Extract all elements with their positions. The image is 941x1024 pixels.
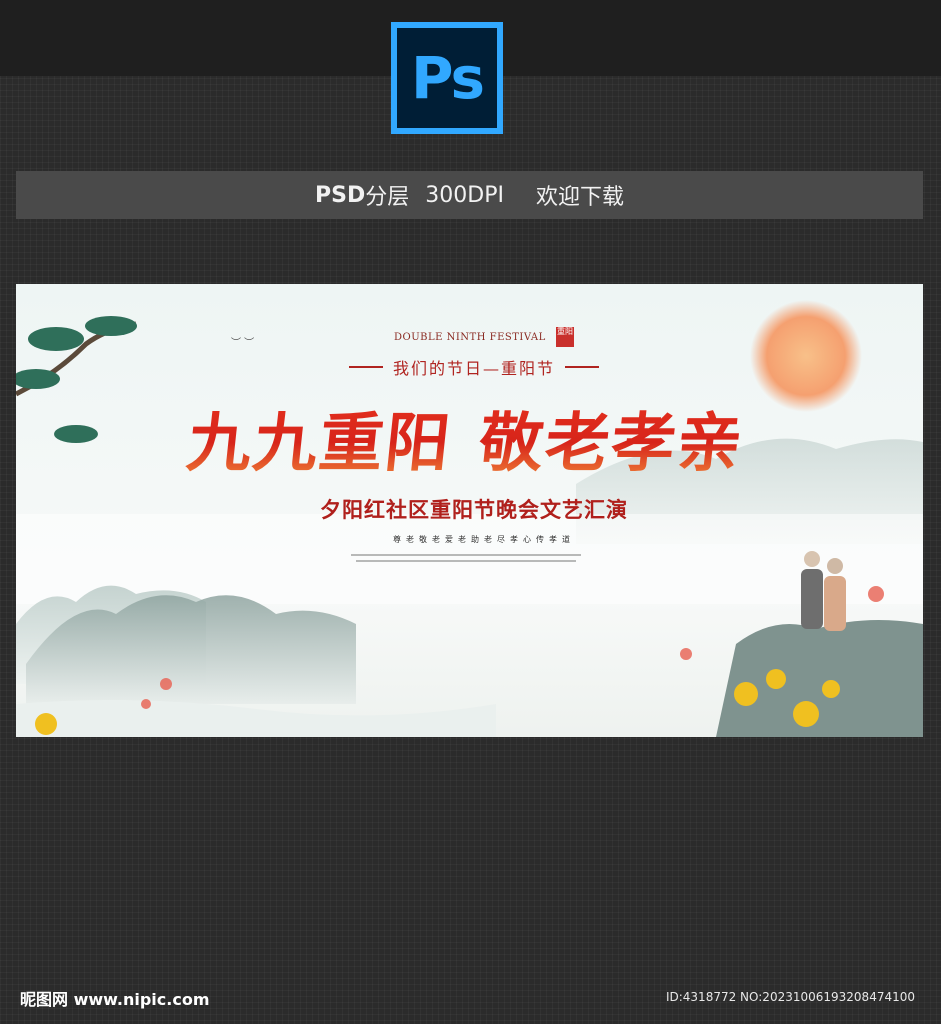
main-title-part2: 敬老孝亲 — [475, 406, 748, 481]
svg-text:︶ ︶: ︶ ︶ — [231, 337, 254, 349]
decorative-text-line — [356, 560, 576, 562]
divider-right — [565, 366, 599, 368]
info-download: 欢迎下载 — [535, 185, 624, 210]
info-psd: PSD — [315, 182, 366, 208]
event-title: 夕阳红社区重阳节晚会文艺汇演 — [320, 498, 628, 522]
image-id: ID:4318772 NO:20231006193208474100 — [665, 990, 915, 1004]
info-layers: 分层 — [365, 185, 410, 210]
decorative-text-line — [351, 554, 581, 556]
elderly-man-figure — [801, 569, 823, 629]
subheading: 我们的节日—重阳节 — [314, 355, 634, 379]
photoshop-logo-text: Ps — [410, 44, 485, 112]
info-bar: PSD 分层 300DPI 欢迎下载 — [16, 171, 923, 219]
english-title: DOUBLE NINTH FESTIVAL — [394, 332, 546, 343]
festival-banner: ︶ ︶ DOUBLE NINTH FESTIVAL 重阳 我们的节日—重阳节 九… — [16, 284, 923, 737]
photoshop-logo-icon: Ps — [391, 22, 503, 134]
info-dpi: 300DPI — [425, 182, 504, 208]
elderly-woman-figure — [824, 576, 846, 631]
red-seal-stamp: 重阳 — [556, 327, 574, 347]
subheading-text: 我们的节日—重阳节 — [392, 359, 555, 378]
divider-left — [348, 366, 383, 368]
site-logo: 昵图网 www.nipic.com — [20, 990, 210, 1009]
main-title: 九九重阳 敬老孝亲 — [141, 392, 791, 484]
main-title-part1: 九九重阳 — [183, 406, 456, 481]
slogan: 尊老敬老爱老助老尽孝心传孝道 — [393, 535, 575, 544]
